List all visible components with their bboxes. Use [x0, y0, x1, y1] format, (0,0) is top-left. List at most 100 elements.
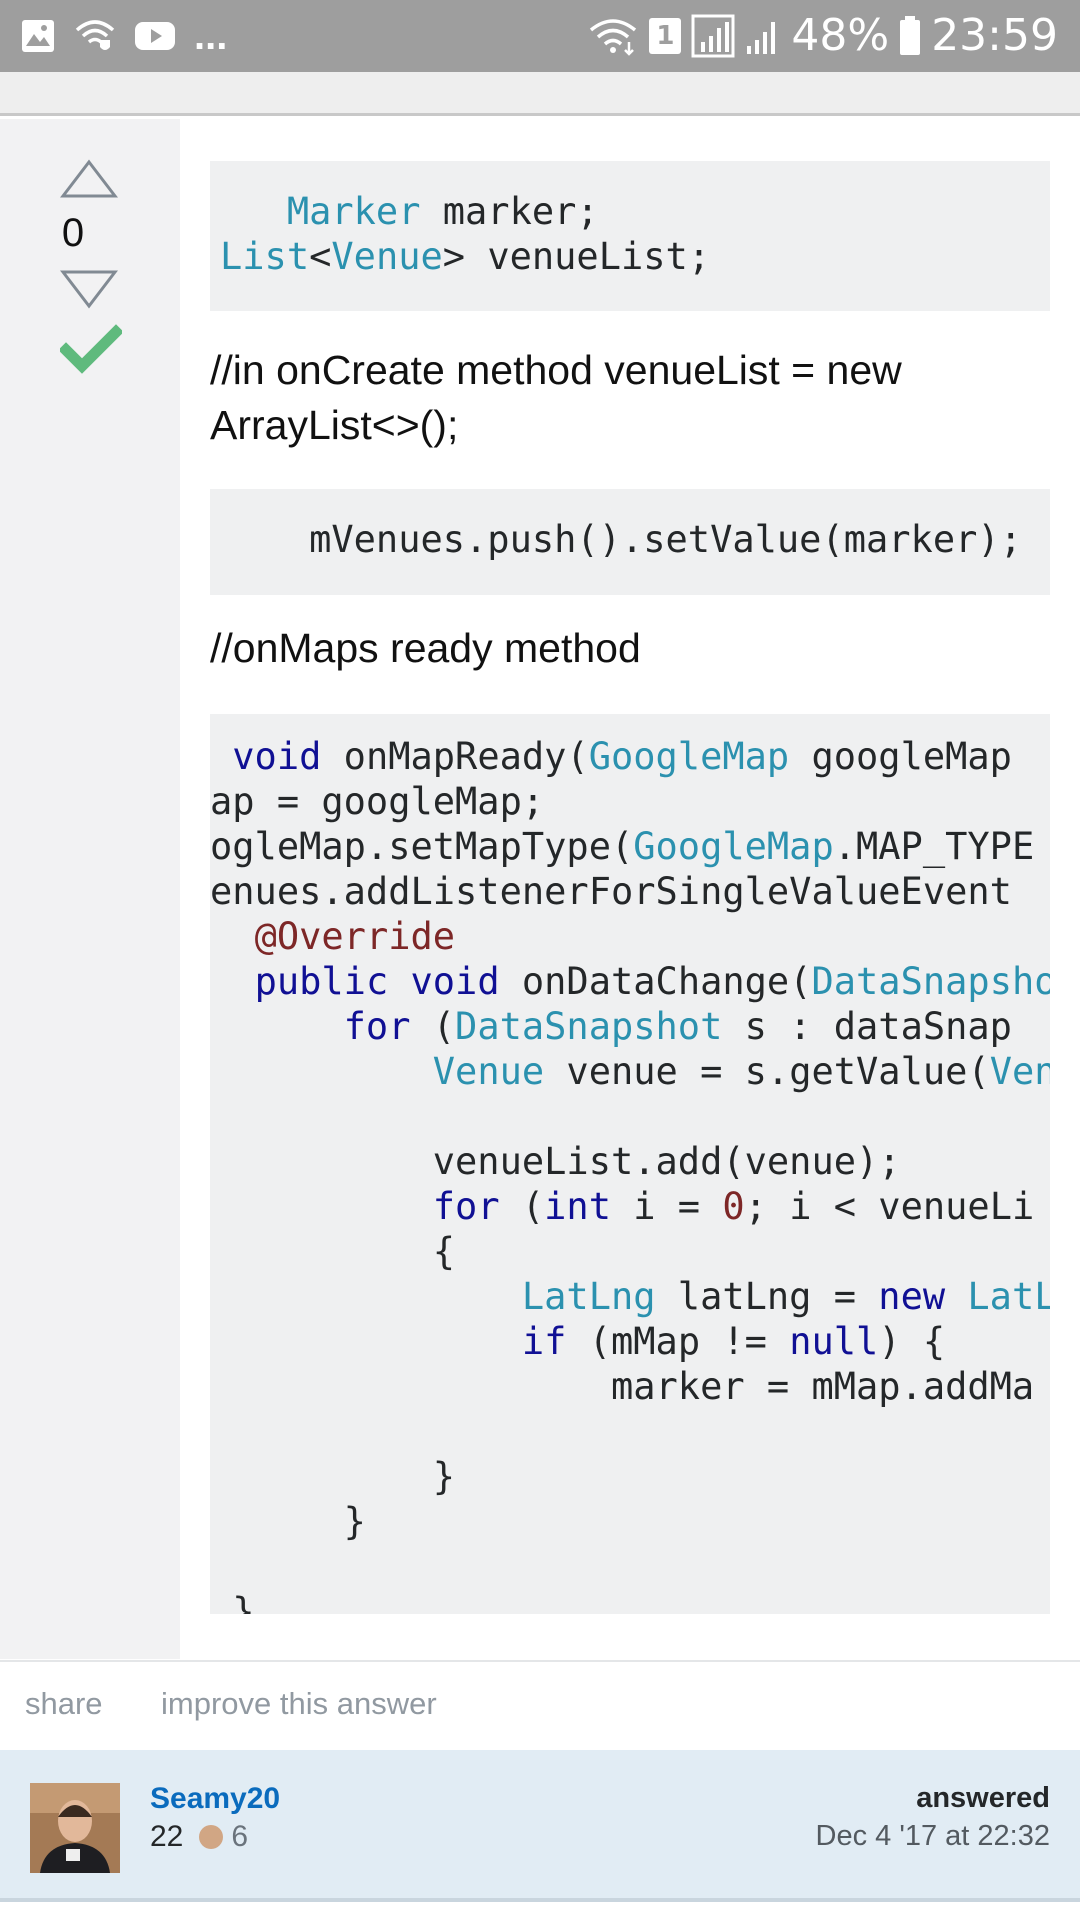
- user-reputation: 22 6: [150, 1820, 248, 1854]
- share-link[interactable]: share: [25, 1686, 103, 1722]
- code-token: for: [432, 1185, 500, 1228]
- code-token: int: [544, 1185, 611, 1228]
- code-token: LatLng: [967, 1275, 1050, 1318]
- code-line: for (int i = 0; i < venueLi: [210, 1184, 1034, 1229]
- battery-percent: 48%: [791, 10, 890, 61]
- code-line: marker = mMap.addMa: [210, 1364, 1034, 1409]
- code-token: > venueList;: [442, 235, 711, 278]
- code-line: ogleMap.setMapType(GoogleMap.MAP_TYPE: [210, 824, 1034, 869]
- code-line: Venue venue = s.getValue(Venue: [210, 1049, 1050, 1094]
- post-actions: share improve this answer: [0, 1660, 1080, 1750]
- signal-icon: [691, 14, 735, 57]
- code-line: mVenues.push().setValue(marker);: [220, 517, 1022, 562]
- code-token: null: [789, 1320, 879, 1363]
- improve-answer-link[interactable]: improve this answer: [161, 1686, 437, 1722]
- code-token: onMapReady(: [321, 735, 589, 778]
- code-token: }: [210, 1590, 255, 1614]
- upvote-arrow-icon[interactable]: [60, 159, 118, 199]
- answered-date[interactable]: Dec 4 '17 at 22:32: [816, 1820, 1050, 1853]
- vote-column: 0: [0, 119, 180, 1659]
- code-token: {: [210, 1230, 456, 1273]
- gallery-icon: [22, 20, 54, 52]
- bronze-badge-icon: [199, 1825, 224, 1849]
- signal-2-icon: [747, 21, 776, 54]
- answer-paragraph: //onMaps ready method: [210, 625, 641, 671]
- code-block[interactable]: void onMapReady(GoogleMap googleMap ap = …: [210, 714, 1050, 1614]
- code-token: List: [220, 235, 310, 278]
- avatar-image: [30, 1783, 120, 1873]
- code-token: ogleMap.setMapType(: [210, 825, 634, 868]
- code-token: venueList.add(venue);: [210, 1140, 901, 1183]
- code-token: new: [878, 1275, 946, 1318]
- code-block: mVenues.push().setValue(marker);: [210, 489, 1050, 595]
- code-token: marker = mMap.addMa: [210, 1365, 1035, 1408]
- downvote-arrow-icon[interactable]: [60, 269, 118, 309]
- code-block: Marker marker; List<Venue> venueList;: [210, 161, 1050, 311]
- answer-paragraph: //in onCreate method venueList = new Arr…: [210, 347, 902, 448]
- code-token: GoogleMap: [633, 825, 834, 868]
- code-token: DataSnapshot: [455, 1005, 723, 1048]
- code-token: Venue: [432, 1050, 545, 1093]
- code-token: public: [254, 960, 389, 1003]
- code-token: GoogleMap: [588, 735, 790, 778]
- code-token: .MAP_TYPE: [833, 825, 1035, 868]
- code-token: if: [521, 1320, 567, 1363]
- answered-label: answered: [916, 1782, 1050, 1814]
- code-line: }: [210, 1454, 455, 1499]
- clock: 23:59: [931, 10, 1058, 61]
- sim-slot-badge: 1: [649, 17, 682, 54]
- code-line: @Override: [210, 914, 455, 959]
- code-token: onDataChange(: [499, 960, 812, 1003]
- code-line: Marker marker;: [220, 189, 599, 234]
- status-bar-left: ...: [20, 16, 227, 56]
- bronze-badge-count: 6: [231, 1820, 249, 1853]
- code-token: 0: [722, 1185, 745, 1228]
- code-line: void onMapReady(GoogleMap googleMap: [210, 734, 1012, 779]
- status-bar-right: 1 48% 23:59: [587, 10, 1058, 61]
- code-token: (: [499, 1185, 545, 1228]
- code-token: ap = googleMap;: [210, 780, 545, 823]
- code-line: {: [210, 1229, 455, 1274]
- more-notifications-indicator: ...: [194, 14, 228, 58]
- code-token: i =: [610, 1185, 723, 1228]
- code-token: ) {: [878, 1320, 946, 1363]
- answer-body: Marker marker; List<Venue> venueList; //i…: [210, 119, 1050, 1659]
- code-token: enues.addListenerForSingleValueEvent: [210, 870, 1012, 913]
- code-token: s : dataSnap: [722, 1005, 1012, 1048]
- code-token: void: [232, 735, 322, 778]
- avatar[interactable]: [30, 1783, 120, 1873]
- wifi-shield-icon: [75, 20, 115, 50]
- code-token: }: [210, 1500, 366, 1543]
- code-token: LatLng: [521, 1275, 656, 1318]
- user-card: Seamy20 22 6 answered Dec 4 '17 at 22:32: [0, 1750, 1080, 1902]
- code-token: DataSnapshot: [811, 960, 1050, 1003]
- code-token: (mMap !=: [566, 1320, 790, 1363]
- code-token: googleMap: [789, 735, 1012, 778]
- vote-count: 0: [0, 211, 180, 256]
- code-line: for (DataSnapshot s : dataSnap: [210, 1004, 1012, 1049]
- code-token: <: [309, 235, 332, 278]
- code-line: public void onDataChange(DataSnapshot: [210, 959, 1050, 1004]
- vote-count-value: 0: [61, 211, 85, 255]
- code-token: latLng =: [655, 1275, 879, 1318]
- code-token: Venue: [989, 1050, 1050, 1093]
- accepted-checkmark-icon: [60, 324, 122, 374]
- code-line: LatLng latLng = new LatLng: [210, 1274, 1050, 1319]
- code-token: (: [410, 1005, 456, 1048]
- reputation-score: 22: [150, 1820, 184, 1853]
- battery-icon: [900, 15, 921, 55]
- code-line: }: [210, 1499, 366, 1544]
- status-bar: ... 1 48% 23:59: [0, 0, 1080, 72]
- code-token: mVenues.push().setValue(marker);: [220, 518, 1022, 561]
- user-name-link[interactable]: Seamy20: [150, 1782, 280, 1816]
- code-token: for: [343, 1005, 411, 1048]
- code-token: Marker: [286, 190, 421, 233]
